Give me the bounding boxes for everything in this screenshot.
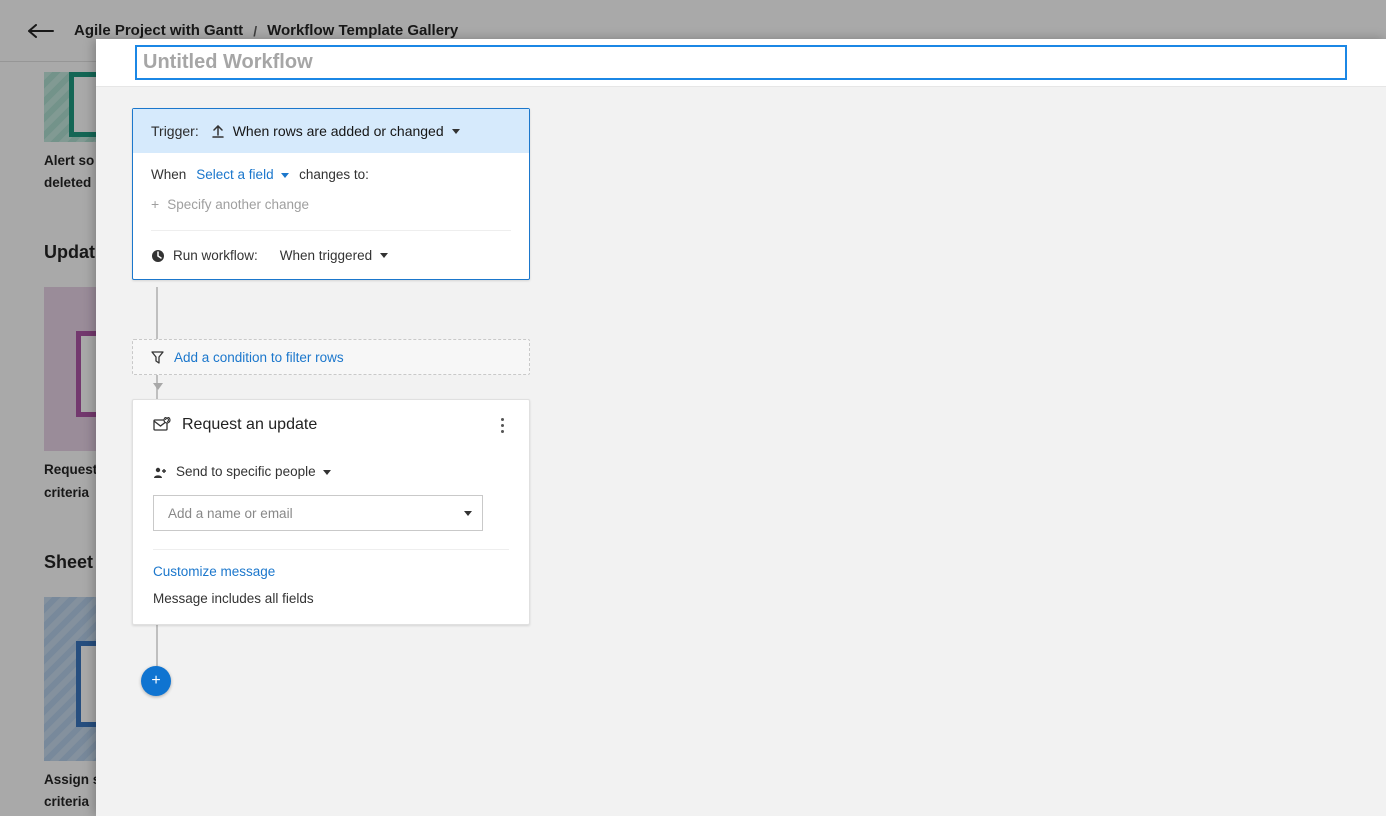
trigger-header[interactable]: Trigger: When rows are added or changed [133,109,529,153]
action-block[interactable]: Request an update Send to specific peopl… [132,399,530,625]
add-condition-link[interactable]: Add a condition to filter rows [174,350,344,365]
send-to-dropdown[interactable]: Send to specific people [176,464,331,479]
people-icon [153,464,168,479]
recipient-placeholder: Add a name or email [168,506,293,521]
run-workflow-label: Run workflow: [173,248,258,263]
action-title: Request an update [182,416,317,434]
chevron-down-icon [281,173,289,178]
chevron-down-icon [323,470,331,475]
chevron-down-icon [464,511,472,516]
add-change-button[interactable]: + Specify another change [151,196,511,231]
workflow-title-input[interactable] [136,46,1346,79]
mail-refresh-icon [153,416,171,434]
workflow-editor-panel: Trigger: When rows are added or changed … [96,39,1386,816]
workflow-canvas: Trigger: When rows are added or changed … [96,87,1386,816]
connector-arrow-icon [153,383,163,390]
condition-block[interactable]: Add a condition to filter rows [132,339,530,375]
changes-to-label: changes to: [299,167,369,182]
trigger-block[interactable]: Trigger: When rows are added or changed … [132,108,530,280]
plus-icon: + [151,196,159,212]
customize-message-link[interactable]: Customize message [153,564,509,579]
filter-icon [151,350,164,365]
clock-icon [151,247,165,262]
connector-line [156,287,158,339]
plus-icon: + [151,672,160,690]
title-bar [96,39,1386,87]
select-field-dropdown[interactable]: Select a field [196,167,289,182]
upload-icon [211,123,225,139]
run-workflow-dropdown[interactable]: When triggered [280,248,388,263]
trigger-label: Trigger: [151,123,199,139]
add-step-button[interactable]: + [141,666,171,696]
recipient-input[interactable]: Add a name or email [153,495,483,531]
action-menu-button[interactable] [495,418,509,433]
message-includes-label: Message includes all fields [153,591,509,606]
trigger-value: When rows are added or changed [233,123,444,139]
chevron-down-icon [452,129,460,134]
when-label: When [151,167,186,182]
divider [153,549,509,550]
chevron-down-icon [380,253,388,258]
